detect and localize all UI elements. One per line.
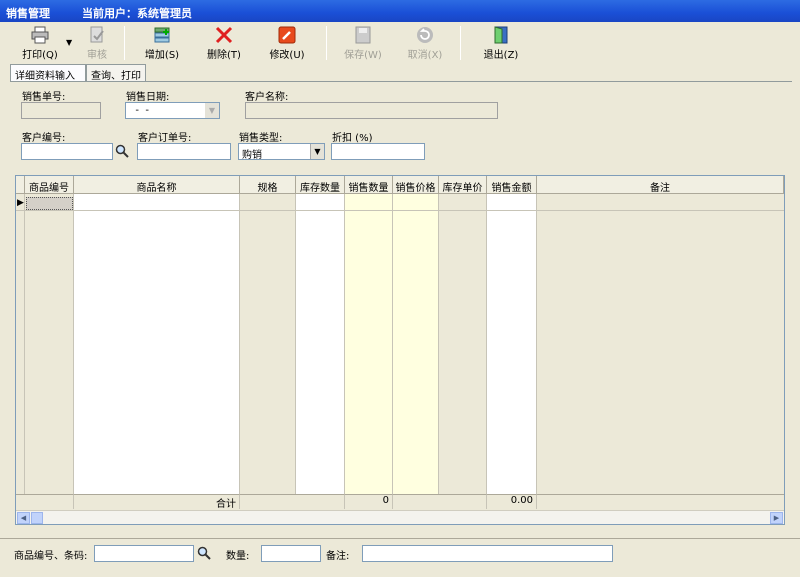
col-sale-qty — [345, 176, 393, 508]
scroll-right-icon[interactable]: ▶ — [770, 512, 783, 524]
sale-type-label: 销售类型: — [239, 133, 283, 144]
audit-button[interactable]: 审核 — [80, 24, 114, 62]
header-sale-qty[interactable]: 销售数量 — [345, 176, 393, 194]
audit-icon — [90, 26, 104, 43]
cancel-button[interactable]: 取消(X) — [402, 24, 448, 62]
current-user-label: 当前用户：系统管理员 — [82, 7, 192, 20]
title-bar: 销售管理 当前用户：系统管理员 — [0, 0, 800, 22]
header-corner — [16, 176, 25, 194]
discount-field[interactable] — [331, 143, 425, 160]
header-remark[interactable]: 备注 — [537, 176, 784, 194]
detail-form: 销售单号: 销售日期: - - ▼ 客户名称: 客户编号: 客户订单号: 销售类… — [10, 81, 792, 169]
row-indicator-column — [16, 176, 25, 508]
search-magnifier-icon[interactable] — [197, 546, 211, 560]
remark-input[interactable] — [362, 545, 613, 562]
sales-detail-grid: 商品编号 商品名称 规格 库存数量 销售数量 销售价格 库存单价 销售金额 备注… — [15, 175, 785, 525]
customer-no-field[interactable] — [21, 143, 113, 160]
printer-icon — [31, 26, 49, 44]
toolbar-separator — [326, 26, 327, 60]
print-label: 打印(Q) — [22, 50, 58, 61]
edit-label: 修改(U) — [269, 50, 305, 61]
undo-icon — [417, 27, 433, 43]
discount-label: 折扣 (%) — [332, 133, 373, 144]
exit-label: 退出(Z) — [483, 50, 519, 61]
col-product-name — [74, 176, 240, 508]
header-stock-qty[interactable]: 库存数量 — [296, 176, 345, 194]
header-stock-price[interactable]: 库存单价 — [439, 176, 487, 194]
add-button[interactable]: 增加(S) — [138, 24, 186, 62]
exit-button[interactable]: 退出(Z) — [478, 24, 524, 62]
search-magnifier-icon[interactable] — [115, 144, 129, 158]
total-label: 合计 — [74, 494, 240, 510]
sale-type-value: 购销 — [242, 150, 262, 161]
col-spec — [240, 176, 296, 508]
sale-no-field[interactable] — [21, 102, 101, 119]
customer-order-label: 客户订单号: — [138, 133, 192, 144]
current-row-pointer-icon: ▶ — [17, 198, 24, 208]
save-floppy-icon — [355, 26, 371, 44]
add-row-icon — [154, 27, 170, 43]
col-sale-price — [393, 176, 439, 508]
sale-type-select[interactable]: 购销 ▼ — [238, 143, 325, 161]
customer-no-label: 客户编号: — [22, 133, 66, 144]
header-spec[interactable]: 规格 — [240, 176, 296, 194]
toolbar-separator — [460, 26, 461, 60]
total-row-cell — [537, 494, 784, 509]
active-cell[interactable] — [26, 197, 73, 210]
col-stock-qty — [296, 176, 345, 508]
sale-type-dropdown-icon[interactable]: ▼ — [310, 144, 324, 159]
edit-button[interactable]: 修改(U) — [262, 24, 312, 62]
total-sale-qty: 0 — [345, 494, 393, 509]
print-button[interactable]: 打印(Q) — [14, 24, 66, 62]
sale-date-value: - - — [129, 105, 149, 116]
header-product-name[interactable]: 商品名称 — [74, 176, 240, 194]
col-stock-price — [439, 176, 487, 508]
remark-label: 备注: — [326, 551, 350, 562]
customer-order-field[interactable] — [137, 143, 231, 160]
save-label: 保存(W) — [344, 50, 382, 61]
delete-button[interactable]: 删除(T) — [200, 24, 248, 62]
header-product-no[interactable]: 商品编号 — [25, 176, 74, 194]
sale-date-field[interactable]: - - ▼ — [125, 102, 220, 119]
header-sale-amount[interactable]: 销售金额 — [487, 176, 537, 194]
header-sale-price[interactable]: 销售价格 — [393, 176, 439, 194]
scroll-left-icon[interactable]: ◀ — [17, 512, 30, 524]
qty-input[interactable] — [261, 545, 321, 562]
cancel-label: 取消(X) — [407, 50, 443, 61]
edit-wrench-icon — [278, 26, 296, 44]
total-row-cell — [16, 494, 74, 509]
save-button[interactable]: 保存(W) — [340, 24, 386, 62]
col-product-no — [25, 176, 74, 508]
toolbar: 打印(Q) ▼ 审核 增加(S) 删除(T) 修改(U) 保存(W) 取消(X)… — [0, 22, 800, 64]
window-title: 销售管理 — [6, 7, 50, 20]
qty-label: 数量: — [226, 551, 250, 562]
customer-name-field[interactable] — [245, 102, 498, 119]
add-label: 增加(S) — [144, 50, 180, 61]
col-sale-amount — [487, 176, 537, 508]
col-remark — [537, 176, 784, 508]
delete-x-icon — [215, 26, 233, 44]
delete-label: 删除(T) — [207, 50, 241, 61]
total-sale-amount: 0.00 — [487, 494, 537, 509]
table-row[interactable] — [16, 196, 784, 211]
toolbar-separator — [124, 26, 125, 60]
horizontal-scrollbar[interactable]: ◀ ▶ — [16, 510, 784, 524]
total-row-cell — [240, 494, 345, 509]
barcode-input[interactable] — [94, 545, 194, 562]
tab-detail-input[interactable]: 详细资料输入 — [10, 64, 86, 82]
scroll-thumb[interactable] — [31, 512, 43, 524]
customer-name-label: 客户名称: — [245, 92, 289, 103]
audit-label: 审核 — [87, 50, 107, 61]
print-dropdown-arrow-icon[interactable]: ▼ — [66, 38, 72, 47]
sale-no-label: 销售单号: — [22, 92, 66, 103]
date-dropdown-arrow-icon[interactable]: ▼ — [205, 103, 219, 118]
barcode-label: 商品编号、条码: — [14, 551, 88, 562]
sale-date-label: 销售日期: — [126, 92, 170, 103]
tab-query-print[interactable]: 查询、打印 — [86, 64, 146, 82]
total-row-cell — [393, 494, 487, 509]
bottom-entry-bar: 商品编号、条码: 数量: 备注: — [0, 538, 800, 568]
exit-door-icon — [494, 26, 508, 44]
